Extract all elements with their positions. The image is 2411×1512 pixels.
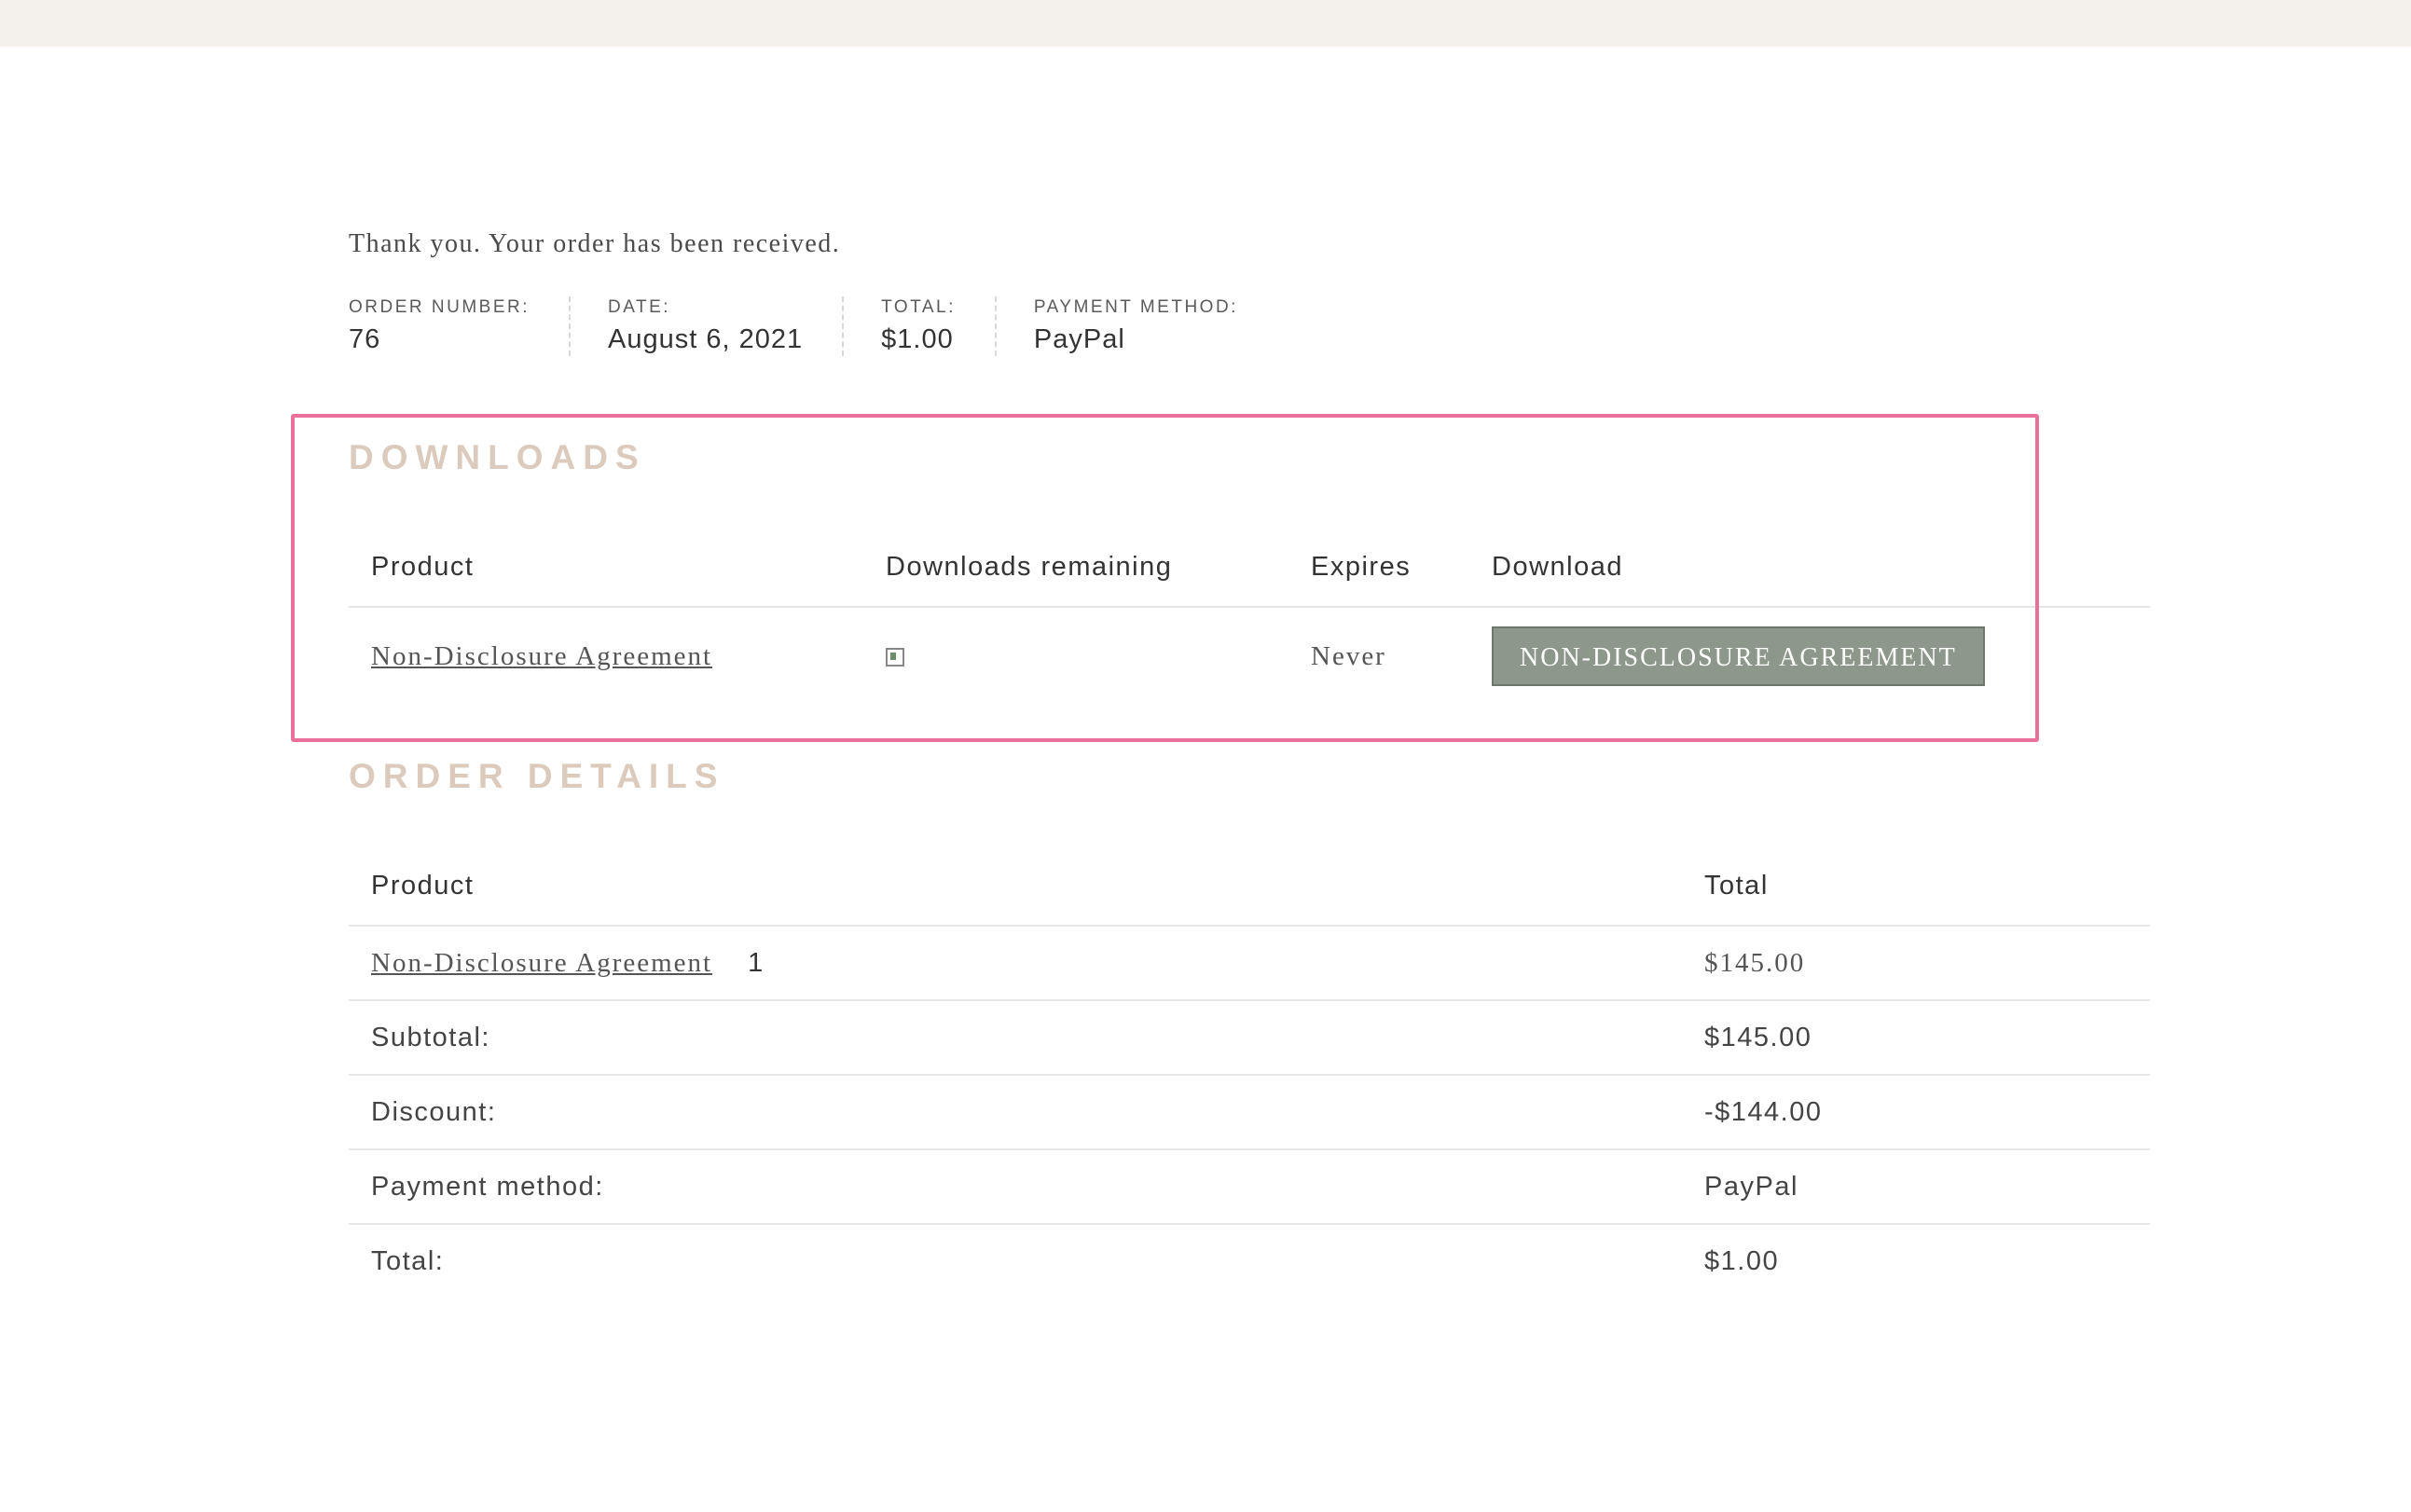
order-total-value: $1.00 — [881, 324, 954, 354]
order-item-quantity: 1 — [748, 947, 765, 978]
order-number: ORDER NUMBER: 76 — [349, 296, 572, 356]
payment-method-row: Payment method: PayPal — [349, 1149, 2150, 1225]
order-total: TOTAL: $1.00 — [881, 296, 997, 356]
order-details-table: Product Total Non-Disclosure Agreement 1 … — [349, 846, 2150, 1298]
order-number-value: 76 — [349, 324, 381, 354]
payment-method-row-value: PayPal — [1682, 1149, 2150, 1225]
discount-label: Discount: — [349, 1075, 1682, 1150]
total-row: Total: $1.00 — [349, 1224, 2150, 1298]
order-details-title: ORDER DETAILS — [349, 757, 725, 795]
subtotal-value: $145.00 — [1682, 1000, 2150, 1076]
order-item-product-link[interactable]: Non-Disclosure Agreement — [371, 948, 712, 978]
order-overview: ORDER NUMBER: 76 DATE: August 6, 2021 TO… — [349, 296, 1315, 356]
order-details-header-row: Product Total — [349, 846, 2150, 927]
top-bar — [0, 0, 2411, 47]
total-label: Total: — [371, 1245, 445, 1276]
downloads-highlight-box — [291, 414, 2039, 742]
order-date: DATE: August 6, 2021 — [608, 296, 845, 356]
payment-method-value: PayPal — [1033, 324, 1125, 354]
payment-method-label: PAYMENT METHOD: — [1033, 297, 1238, 317]
subtotal-row: Subtotal: $145.00 — [349, 1000, 2150, 1076]
order-date-value: August 6, 2021 — [608, 324, 804, 354]
discount-value: -$144.00 — [1682, 1075, 2150, 1150]
order-details-header-product: Product — [349, 846, 1682, 927]
discount-row: Discount: -$144.00 — [349, 1075, 2150, 1150]
order-details-header-total: Total — [1682, 846, 2150, 927]
order-number-label: ORDER NUMBER: — [349, 297, 530, 317]
order-item-total: $145.00 — [1682, 926, 2150, 1001]
subtotal-label: Subtotal: — [349, 1000, 1682, 1076]
total-value: $1.00 — [1704, 1245, 1780, 1276]
order-date-label: DATE: — [608, 297, 671, 317]
order-item-row: Non-Disclosure Agreement 1 $145.00 — [349, 926, 2150, 1001]
payment-method: PAYMENT METHOD: PayPal — [1034, 296, 1277, 356]
order-total-label: TOTAL: — [881, 297, 956, 317]
payment-method-row-label: Payment method: — [349, 1149, 1682, 1225]
thank-you-message: Thank you. Your order has been received. — [349, 229, 841, 258]
order-item-product-cell: Non-Disclosure Agreement 1 — [349, 926, 1682, 1001]
